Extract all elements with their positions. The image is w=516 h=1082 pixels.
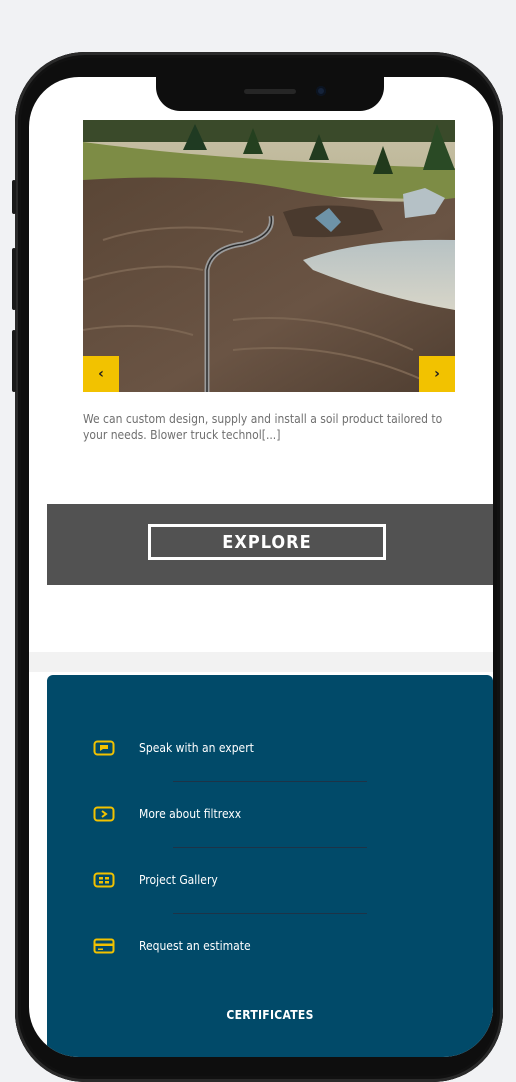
link-project-gallery[interactable]: Project Gallery [93, 868, 393, 892]
gallery-icon [93, 872, 115, 888]
divider [173, 847, 367, 848]
divider [173, 781, 367, 782]
arrow-box-icon [93, 806, 115, 822]
link-label: Project Gallery [139, 873, 218, 887]
volume-up-button [12, 248, 16, 310]
phone-screen: ‹ › We can custom design, supply and ins… [29, 77, 493, 1057]
slider-image: ‹ › [83, 120, 455, 392]
credit-card-icon [93, 938, 115, 954]
explore-button[interactable]: EXPLORE [148, 524, 386, 560]
link-label: More about filtrexx [139, 807, 242, 821]
speaker-grille [244, 89, 296, 94]
link-label: Request an estimate [139, 939, 251, 953]
construction-site-photo [83, 120, 455, 392]
link-request-estimate[interactable]: Request an estimate [93, 934, 393, 958]
volume-down-button [12, 330, 16, 392]
section-separator [29, 652, 493, 672]
explore-banner: EXPLORE [47, 504, 493, 585]
slider-next-button[interactable]: › [419, 356, 455, 392]
slide-description: We can custom design, supply and install… [83, 412, 443, 442]
link-speak-with-expert[interactable]: Speak with an expert [93, 736, 393, 760]
phone-notch [156, 77, 384, 111]
silent-switch [12, 180, 16, 214]
front-camera [316, 86, 326, 96]
link-label: Speak with an expert [139, 741, 254, 755]
divider [173, 913, 367, 914]
chat-bubble-icon [93, 740, 115, 756]
quick-links-panel: Speak with an expert More about filtrexx [47, 675, 493, 1057]
certificates-link[interactable]: CERTIFICATES [47, 1008, 493, 1022]
link-more-about-filtrexx[interactable]: More about filtrexx [93, 802, 393, 826]
slider-prev-button[interactable]: ‹ [83, 356, 119, 392]
